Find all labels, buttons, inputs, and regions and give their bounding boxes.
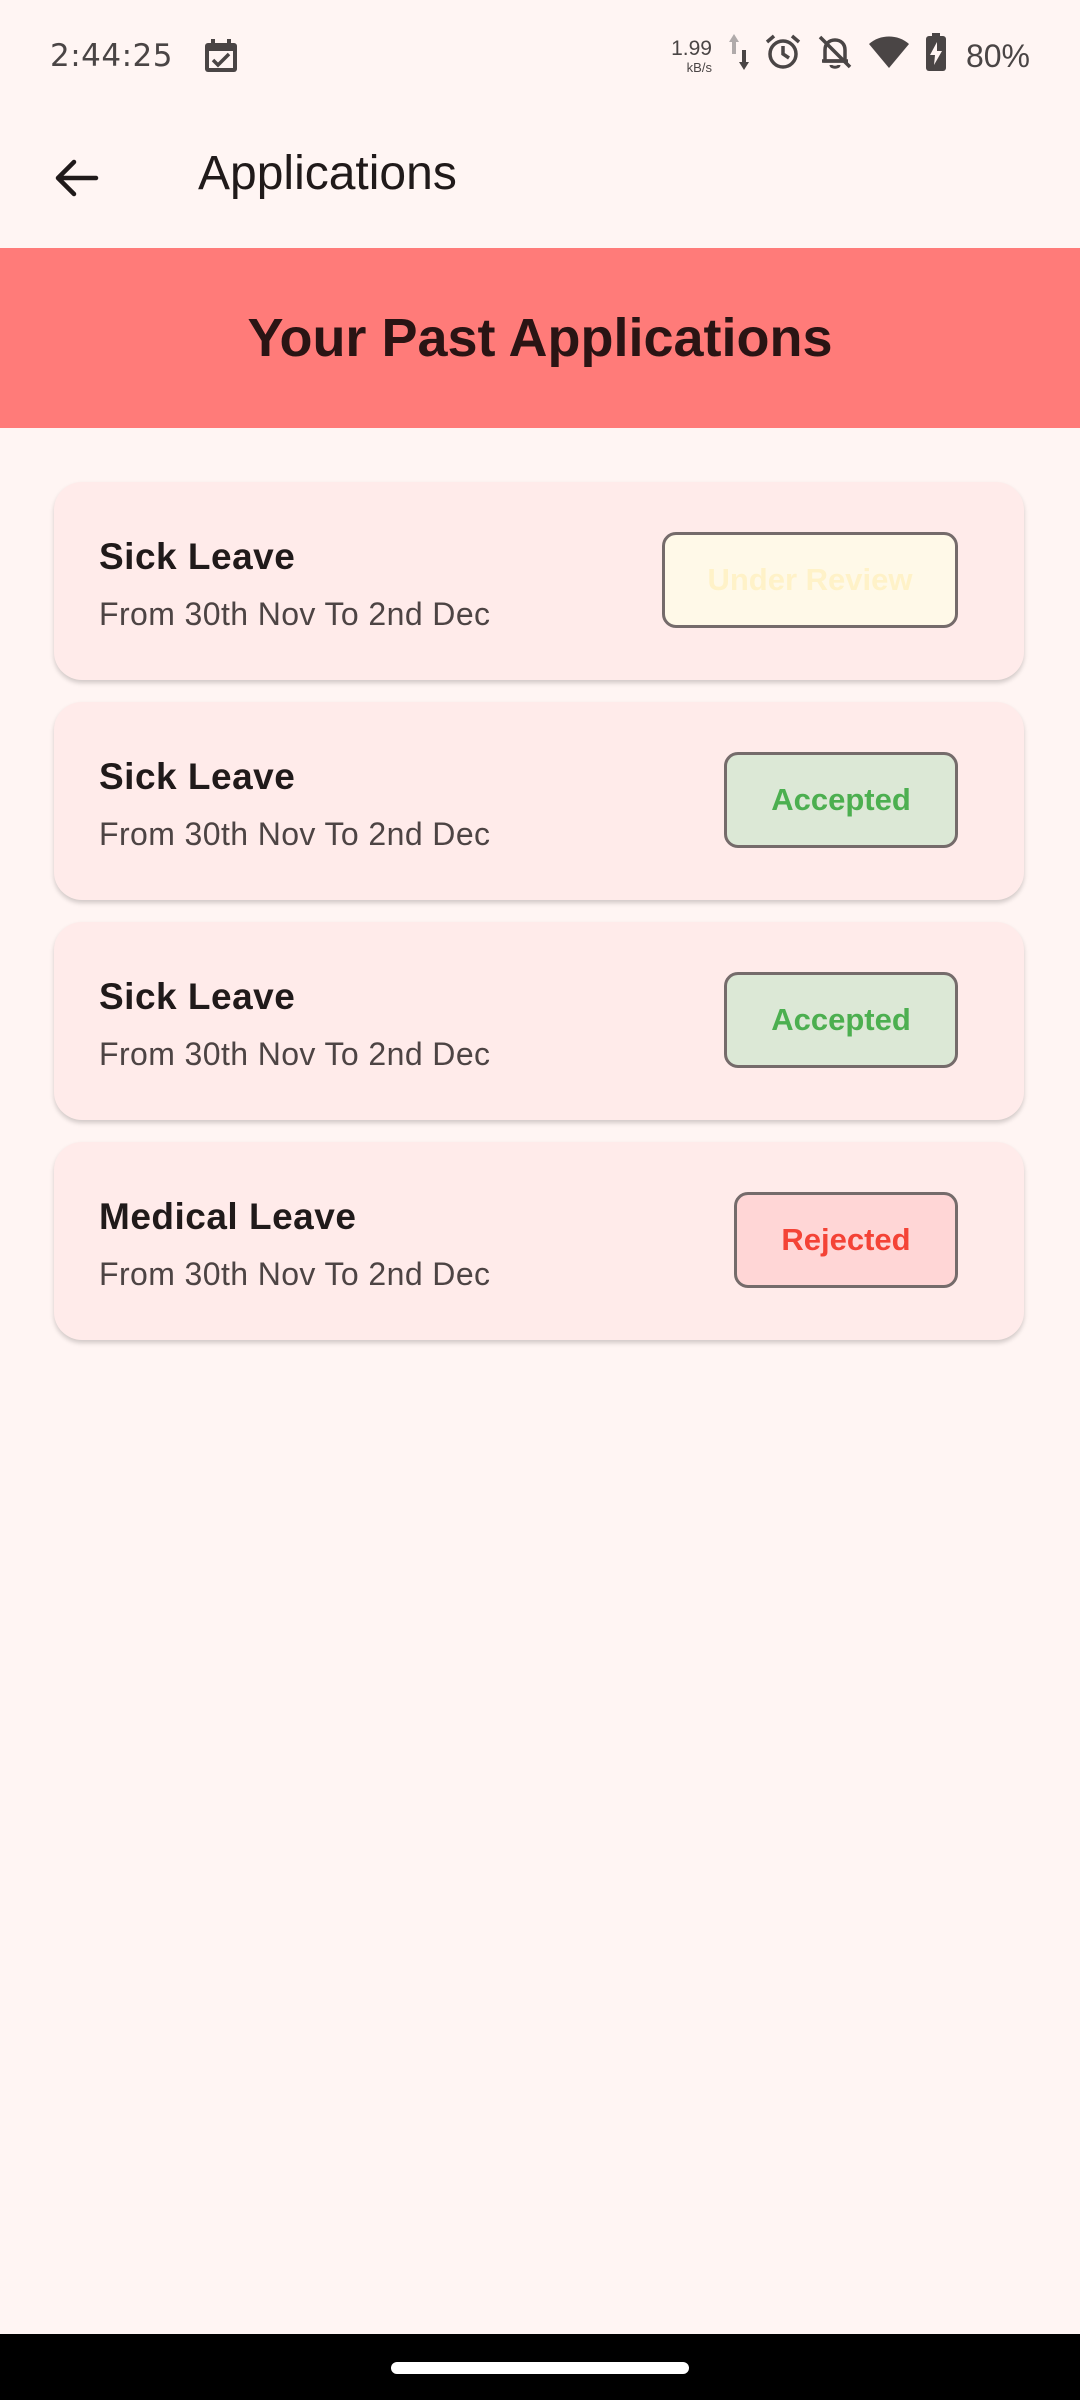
leave-type: Sick Leave xyxy=(99,536,296,577)
leave-type: Sick Leave xyxy=(99,756,296,797)
status-time: 2:44:25 xyxy=(50,38,174,74)
application-card[interactable]: Sick Leave From 30th Nov To 2nd Dec Acce… xyxy=(54,922,1024,1120)
wifi-icon xyxy=(868,34,910,78)
calendar-icon xyxy=(203,38,239,74)
status-bar: 2:44:25 1.99 kB/s 80% xyxy=(0,0,1080,112)
home-gesture-handle[interactable] xyxy=(391,2362,689,2374)
leave-dates: From 30th Nov To 2nd Dec xyxy=(99,816,491,852)
system-nav-bar xyxy=(0,2334,1080,2400)
battery-percent: 80% xyxy=(965,37,1030,74)
applications-list: Sick Leave From 30th Nov To 2nd Dec Unde… xyxy=(54,482,1024,1362)
status-badge-under-review[interactable]: Under Review xyxy=(662,532,958,628)
leave-dates: From 30th Nov To 2nd Dec xyxy=(99,1036,491,1072)
leave-dates: From 30th Nov To 2nd Dec xyxy=(99,1256,491,1292)
application-card[interactable]: Medical Leave From 30th Nov To 2nd Dec R… xyxy=(54,1142,1024,1340)
status-badge-accepted[interactable]: Accepted xyxy=(724,972,958,1068)
data-arrows-icon xyxy=(728,32,750,80)
page-title: Applications xyxy=(198,147,457,200)
net-speed-unit: kB/s xyxy=(686,60,712,75)
status-badge-accepted[interactable]: Accepted xyxy=(724,752,958,848)
leave-dates: From 30th Nov To 2nd Dec xyxy=(99,596,491,632)
battery-charging-icon xyxy=(924,32,948,80)
status-badge-rejected[interactable]: Rejected xyxy=(734,1192,958,1288)
net-speed-value: 1.99 xyxy=(671,37,712,60)
application-card[interactable]: Sick Leave From 30th Nov To 2nd Dec Unde… xyxy=(54,482,1024,680)
leave-type: Sick Leave xyxy=(99,976,296,1017)
notifications-off-icon xyxy=(816,33,854,79)
banner-title: Your Past Applications xyxy=(247,308,833,368)
back-button[interactable] xyxy=(36,140,116,220)
leave-type: Medical Leave xyxy=(99,1196,357,1237)
application-card[interactable]: Sick Leave From 30th Nov To 2nd Dec Acce… xyxy=(54,702,1024,900)
arrow-back-icon xyxy=(52,154,100,207)
network-speed: 1.99 kB/s xyxy=(671,38,712,74)
alarm-icon xyxy=(764,33,802,79)
app-bar: Applications xyxy=(0,112,1080,248)
past-applications-banner: Your Past Applications xyxy=(0,248,1080,428)
